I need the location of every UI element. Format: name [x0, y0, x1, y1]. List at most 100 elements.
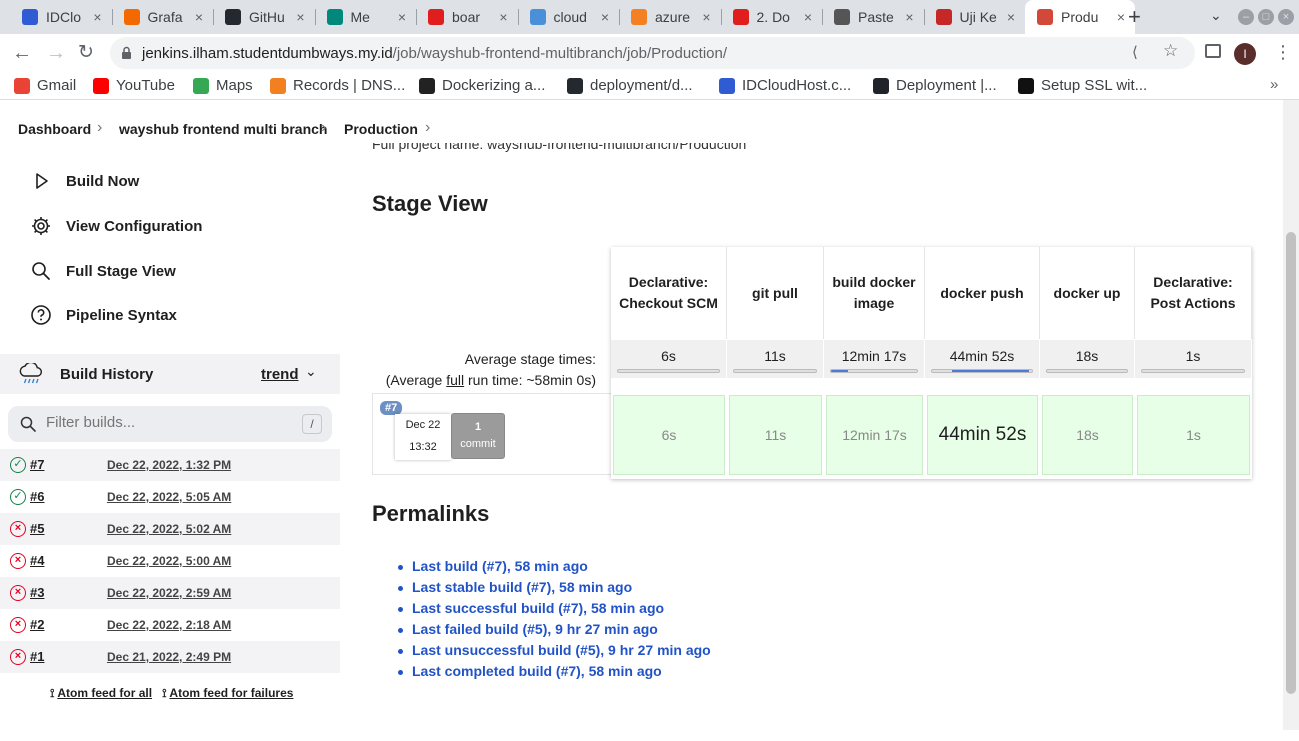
- build-date-link[interactable]: Dec 22, 2022, 1:32 PM: [107, 458, 231, 472]
- filter-builds-input[interactable]: [46, 414, 286, 431]
- build-date-link[interactable]: Dec 22, 2022, 2:18 AM: [107, 618, 231, 632]
- permalink-link[interactable]: Last successful build (#7), 58 min ago: [412, 600, 664, 616]
- build-row[interactable]: × #4 Dec 22, 2022, 5:00 AM: [0, 545, 340, 577]
- atom-feed-all-link[interactable]: Atom feed for all: [57, 686, 152, 700]
- build-row[interactable]: × #2 Dec 22, 2022, 2:18 AM: [0, 609, 340, 641]
- permalink-link[interactable]: Last failed build (#5), 9 hr 27 min ago: [412, 621, 658, 637]
- minimize-button[interactable]: –: [1238, 9, 1254, 25]
- browser-tab[interactable]: IDClo ×: [10, 0, 112, 34]
- bookmark-item[interactable]: Dockerizing a...: [419, 77, 545, 94]
- browser-tab[interactable]: GitHu ×: [213, 0, 315, 34]
- breadcrumb-dashboard[interactable]: Dashboard: [18, 121, 91, 137]
- breadcrumb-production[interactable]: Production: [344, 121, 418, 137]
- task-build-now[interactable]: Build Now: [30, 170, 139, 192]
- close-window-button[interactable]: ×: [1278, 9, 1294, 25]
- build-row[interactable]: × #5 Dec 22, 2022, 5:02 AM: [0, 513, 340, 545]
- task-full-stage-view[interactable]: Full Stage View: [30, 260, 176, 282]
- build-number-link[interactable]: #5: [30, 521, 44, 536]
- build-number-link[interactable]: #7: [30, 457, 44, 472]
- build-date-link[interactable]: Dec 22, 2022, 5:02 AM: [107, 522, 231, 536]
- build-date-link[interactable]: Dec 22, 2022, 5:05 AM: [107, 490, 231, 504]
- permalink-link[interactable]: Last completed build (#7), 58 min ago: [412, 663, 662, 679]
- browser-tab[interactable]: Paste ×: [822, 0, 924, 34]
- permalink-link[interactable]: Last stable build (#7), 58 min ago: [412, 579, 632, 595]
- stage-run-cell[interactable]: 1s: [1137, 395, 1250, 475]
- back-button[interactable]: ←: [12, 42, 32, 64]
- stage-run-cell[interactable]: 6s: [613, 395, 725, 475]
- stage-run-cell[interactable]: 11s: [729, 395, 822, 475]
- bookmark-item[interactable]: deployment/d...: [567, 77, 693, 94]
- commit-badge[interactable]: 1 commit: [451, 413, 505, 459]
- reload-button[interactable]: ↻: [78, 42, 94, 64]
- build-date-link[interactable]: Dec 22, 2022, 5:00 AM: [107, 554, 231, 568]
- bookmark-item[interactable]: YouTube: [93, 77, 175, 94]
- more-bookmarks-icon[interactable]: »: [1270, 76, 1278, 93]
- build-row[interactable]: × #3 Dec 22, 2022, 2:59 AM: [0, 577, 340, 609]
- browser-tab[interactable]: 2. Do ×: [721, 0, 823, 34]
- build-date-link[interactable]: Dec 21, 2022, 2:49 PM: [107, 650, 231, 664]
- build-row[interactable]: × #1 Dec 21, 2022, 2:49 PM: [0, 641, 340, 673]
- close-tab-icon[interactable]: ×: [499, 9, 507, 25]
- build-number-link[interactable]: #1: [30, 649, 44, 664]
- browser-tab[interactable]: boar ×: [416, 0, 518, 34]
- permalink-link[interactable]: Last build (#7), 58 min ago: [412, 558, 588, 574]
- close-tab-icon[interactable]: ×: [296, 9, 304, 25]
- bookmark-item[interactable]: Maps: [193, 77, 253, 94]
- run-badge[interactable]: #7: [380, 401, 403, 415]
- close-tab-icon[interactable]: ×: [93, 9, 101, 25]
- trend-link[interactable]: trend: [261, 366, 299, 383]
- browser-tab[interactable]: Produ ×: [1025, 0, 1135, 34]
- tab-search-chevron-icon[interactable]: ⌄: [1210, 7, 1222, 24]
- bookmark-item[interactable]: Gmail: [14, 77, 76, 94]
- share-icon[interactable]: ⟨: [1132, 43, 1138, 61]
- scrollbar-thumb[interactable]: [1286, 232, 1296, 694]
- browser-tab[interactable]: Uji Ke ×: [924, 0, 1026, 34]
- build-row[interactable]: ✓ #7 Dec 22, 2022, 1:32 PM: [0, 449, 340, 481]
- stage-run-cell[interactable]: 12min 17s: [826, 395, 923, 475]
- chevron-down-icon[interactable]: ⌄: [305, 363, 317, 380]
- stage-average-time: 1s: [1135, 340, 1252, 378]
- close-tab-icon[interactable]: ×: [905, 9, 913, 25]
- side-panel-icon[interactable]: [1205, 44, 1221, 58]
- browser-tab[interactable]: Me ×: [315, 0, 417, 34]
- maximize-button[interactable]: □: [1258, 9, 1274, 25]
- chevron-right-icon[interactable]: ›: [425, 119, 430, 137]
- rss-icon: ⟟: [50, 686, 55, 700]
- close-tab-icon[interactable]: ×: [1117, 9, 1125, 25]
- new-tab-button[interactable]: +: [1128, 4, 1141, 30]
- bookmark-item[interactable]: Deployment |...: [873, 77, 997, 94]
- bookmark-item[interactable]: Records | DNS...: [270, 77, 405, 94]
- bookmark-star-icon[interactable]: ☆: [1163, 41, 1178, 61]
- build-row[interactable]: ✓ #6 Dec 22, 2022, 5:05 AM: [0, 481, 340, 513]
- breadcrumb-multibranch[interactable]: wayshub frontend multi branch: [119, 121, 327, 137]
- full-stage-view-link[interactable]: full: [446, 372, 464, 388]
- profile-avatar[interactable]: I: [1234, 43, 1256, 65]
- permalink-link[interactable]: Last unsuccessful build (#5), 9 hr 27 mi…: [412, 642, 711, 658]
- build-number-link[interactable]: #3: [30, 585, 44, 600]
- atom-feed-failures-link[interactable]: Atom feed for failures: [169, 686, 293, 700]
- bookmark-item[interactable]: IDCloudHost.c...: [719, 77, 851, 94]
- build-number-link[interactable]: #4: [30, 553, 44, 568]
- forward-button[interactable]: →: [46, 42, 66, 64]
- close-tab-icon[interactable]: ×: [601, 9, 609, 25]
- close-tab-icon[interactable]: ×: [398, 9, 406, 25]
- task-view-configuration[interactable]: View Configuration: [30, 215, 202, 237]
- close-tab-icon[interactable]: ×: [1007, 9, 1015, 25]
- gmail-icon: [14, 77, 30, 94]
- close-tab-icon[interactable]: ×: [702, 9, 710, 25]
- stage-run-cell[interactable]: 44min 52s: [927, 395, 1038, 475]
- close-tab-icon[interactable]: ×: [195, 9, 203, 25]
- close-tab-icon[interactable]: ×: [804, 9, 812, 25]
- address-bar[interactable]: jenkins.ilham.studentdumbways.my.id/job/…: [110, 37, 1195, 69]
- task-pipeline-syntax[interactable]: Pipeline Syntax: [30, 304, 177, 326]
- build-date-link[interactable]: Dec 22, 2022, 2:59 AM: [107, 586, 231, 600]
- build-number-link[interactable]: #6: [30, 489, 44, 504]
- stage-run-cell[interactable]: 18s: [1042, 395, 1133, 475]
- filter-builds-field[interactable]: /: [8, 406, 332, 442]
- browser-tab[interactable]: Grafa ×: [112, 0, 214, 34]
- browser-tab[interactable]: cloud ×: [518, 0, 620, 34]
- build-number-link[interactable]: #2: [30, 617, 44, 632]
- bookmark-item[interactable]: Setup SSL wit...: [1018, 77, 1147, 94]
- browser-menu-icon[interactable]: ⋮: [1274, 42, 1292, 63]
- browser-tab[interactable]: azure ×: [619, 0, 721, 34]
